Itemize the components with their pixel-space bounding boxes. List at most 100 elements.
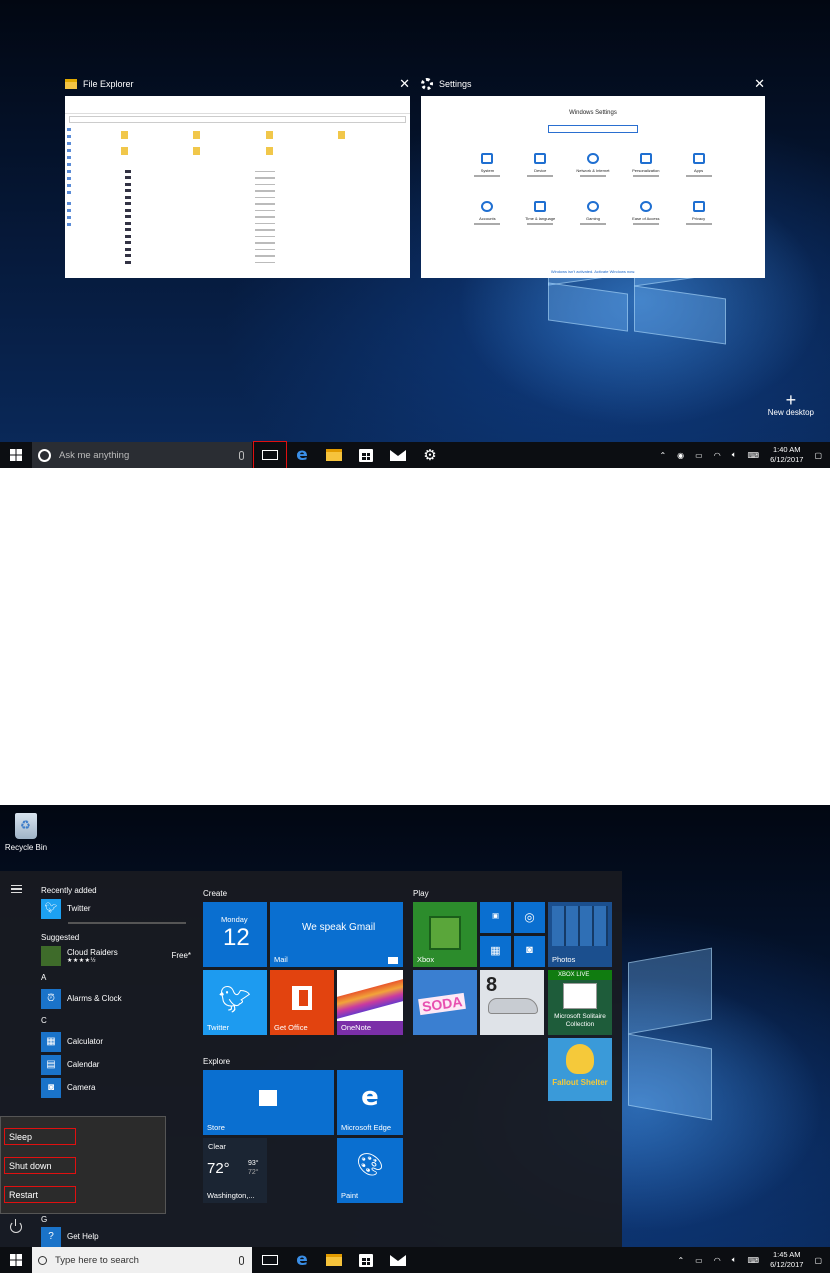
tile-xbox[interactable]: Xbox: [413, 902, 477, 967]
file-explorer-button[interactable]: [318, 442, 350, 468]
tile-get-office[interactable]: Get Office: [270, 970, 334, 1035]
sleep-option[interactable]: Sleep: [4, 1128, 76, 1145]
power-icon[interactable]: [10, 1219, 22, 1233]
battery-icon[interactable]: ▭: [695, 1256, 703, 1265]
task-view-settings[interactable]: Settings ✕ Windows Settings System Devic…: [421, 74, 765, 278]
chevron-up-icon[interactable]: ⌃: [677, 1256, 684, 1265]
app-label: Twitter: [67, 904, 91, 913]
letter-header-a[interactable]: A: [41, 967, 191, 987]
wifi-icon[interactable]: ◠: [714, 451, 721, 460]
tile-movies[interactable]: ▣: [480, 902, 511, 933]
tile-photos[interactable]: Photos: [548, 902, 612, 967]
edge-button[interactable]: e: [286, 1247, 318, 1273]
letter-header-c[interactable]: C: [41, 1010, 191, 1030]
microphone-icon[interactable]: [239, 1255, 244, 1265]
tile-twitter[interactable]: 🐦︎ Twitter: [203, 970, 267, 1035]
chevron-up-icon[interactable]: ⌃: [659, 451, 666, 460]
cloud-raiders-icon: [41, 945, 61, 966]
mail-button[interactable]: [382, 442, 414, 468]
film-icon: ▣: [491, 911, 500, 920]
store-button[interactable]: [350, 442, 382, 468]
tile-edge[interactable]: e Microsoft Edge: [337, 1070, 403, 1135]
app-camera[interactable]: ◙ Camera: [41, 1076, 191, 1099]
recycle-bin[interactable]: Recycle Bin: [4, 813, 48, 852]
start-button[interactable]: [0, 442, 32, 468]
twitter-icon: 🐦︎: [218, 984, 252, 1014]
close-icon[interactable]: ✕: [754, 76, 765, 92]
app-calculator[interactable]: ▦ Calculator: [41, 1030, 191, 1053]
tile-mail[interactable]: We speak Gmail Mail: [270, 902, 403, 967]
battery-icon[interactable]: ▭: [695, 451, 703, 460]
task-view-file-explorer[interactable]: File Explorer ✕: [65, 74, 410, 278]
settings-item-label: System: [480, 168, 495, 173]
hamburger-icon[interactable]: [11, 885, 22, 893]
activation-link[interactable]: Windows isn't activated. Activate Window…: [421, 269, 765, 274]
volume-icon[interactable]: 🔈︎: [732, 1255, 737, 1265]
shutdown-option[interactable]: Shut down: [4, 1157, 76, 1174]
notifications-icon[interactable]: ▢: [814, 451, 822, 460]
edge-button[interactable]: e: [286, 442, 318, 468]
tile-weather[interactable]: Clear 72° 93° 72° Washington,...: [203, 1138, 267, 1203]
app-calendar[interactable]: ▤ Calendar: [41, 1053, 191, 1076]
onenote-art: [337, 979, 403, 1019]
xbox-icon: [586, 201, 599, 212]
recycle-bin-icon: [15, 813, 37, 839]
task-view-button[interactable]: [254, 1247, 286, 1273]
tile-racing[interactable]: 8: [480, 970, 544, 1035]
settings-item-label: Device: [534, 168, 547, 173]
app-label: Calculator: [67, 1037, 104, 1046]
microphone-icon[interactable]: [239, 450, 244, 460]
tile-calendar[interactable]: Monday 12: [203, 902, 267, 967]
calculator-icon: ▦: [41, 1031, 61, 1052]
start-button[interactable]: [0, 1247, 32, 1273]
restart-option[interactable]: Restart: [4, 1186, 76, 1203]
new-desktop-button[interactable]: + New desktop: [767, 391, 814, 417]
letter-header-g[interactable]: G: [41, 1213, 191, 1225]
recently-added-header: Recently added: [41, 885, 97, 895]
person-icon: [481, 201, 494, 212]
search-box[interactable]: Type here to search: [32, 1247, 252, 1273]
notifications-icon[interactable]: ▢: [814, 1256, 822, 1265]
gear-icon: [421, 78, 433, 90]
close-icon[interactable]: ✕: [399, 76, 410, 92]
settings-button[interactable]: ⚙: [414, 442, 446, 468]
tile-candy-crush[interactable]: SODA: [413, 970, 477, 1035]
tile-label: Mail: [274, 955, 288, 964]
store-button[interactable]: [350, 1247, 382, 1273]
task-view-button[interactable]: [253, 441, 287, 468]
record-icon[interactable]: ◉: [677, 451, 684, 460]
fallout-logo: Fallout Shelter: [552, 1078, 608, 1087]
tile-onenote[interactable]: OneNote: [337, 970, 403, 1035]
windows-icon: [10, 449, 22, 461]
app-alarms[interactable]: ⏰︎ Alarms & Clock: [41, 987, 191, 1010]
tile-groove[interactable]: ◎: [514, 902, 545, 933]
app-cloud-raiders[interactable]: Cloud Raiders ★★★★½ Free*: [41, 944, 191, 967]
tile-maps[interactable]: ◙: [514, 936, 545, 967]
tile-solitaire[interactable]: XBOX LIVE Microsoft Solitaire Collection: [548, 970, 612, 1035]
file-explorer-button[interactable]: [318, 1247, 350, 1273]
app-get-help[interactable]: ? Get Help: [41, 1225, 191, 1248]
disc-icon: ◎: [524, 910, 535, 924]
new-desktop-label: New desktop: [767, 408, 814, 417]
mail-button[interactable]: [382, 1247, 414, 1273]
wifi-icon[interactable]: ◠: [714, 1256, 721, 1265]
edge-icon: e: [296, 1250, 308, 1270]
clock[interactable]: 1:45 AM 6/12/2017: [770, 1250, 803, 1270]
tile-fallout-shelter[interactable]: Fallout Shelter: [548, 1038, 612, 1101]
group-explore[interactable]: Explore: [203, 1057, 230, 1066]
tile-calculator[interactable]: ▦: [480, 936, 511, 967]
folder-icon: [65, 79, 77, 89]
tile-label: Get Office: [274, 1023, 308, 1032]
folder-icon: [326, 449, 342, 461]
keyboard-icon[interactable]: ⌨: [748, 1256, 760, 1265]
app-twitter[interactable]: 🐦︎ Twitter: [41, 897, 191, 920]
gear-icon: ⚙: [423, 446, 437, 464]
clock[interactable]: 1:40 AM 6/12/2017: [770, 445, 803, 465]
group-play[interactable]: Play: [413, 889, 429, 898]
group-create[interactable]: Create: [203, 889, 227, 898]
cortana-search-box[interactable]: Ask me anything: [32, 442, 252, 468]
tile-store[interactable]: Store: [203, 1070, 334, 1135]
volume-icon[interactable]: 🔈︎: [732, 450, 737, 460]
tile-paint[interactable]: 🎨︎ Paint: [337, 1138, 403, 1203]
keyboard-icon[interactable]: ⌨: [748, 451, 760, 460]
